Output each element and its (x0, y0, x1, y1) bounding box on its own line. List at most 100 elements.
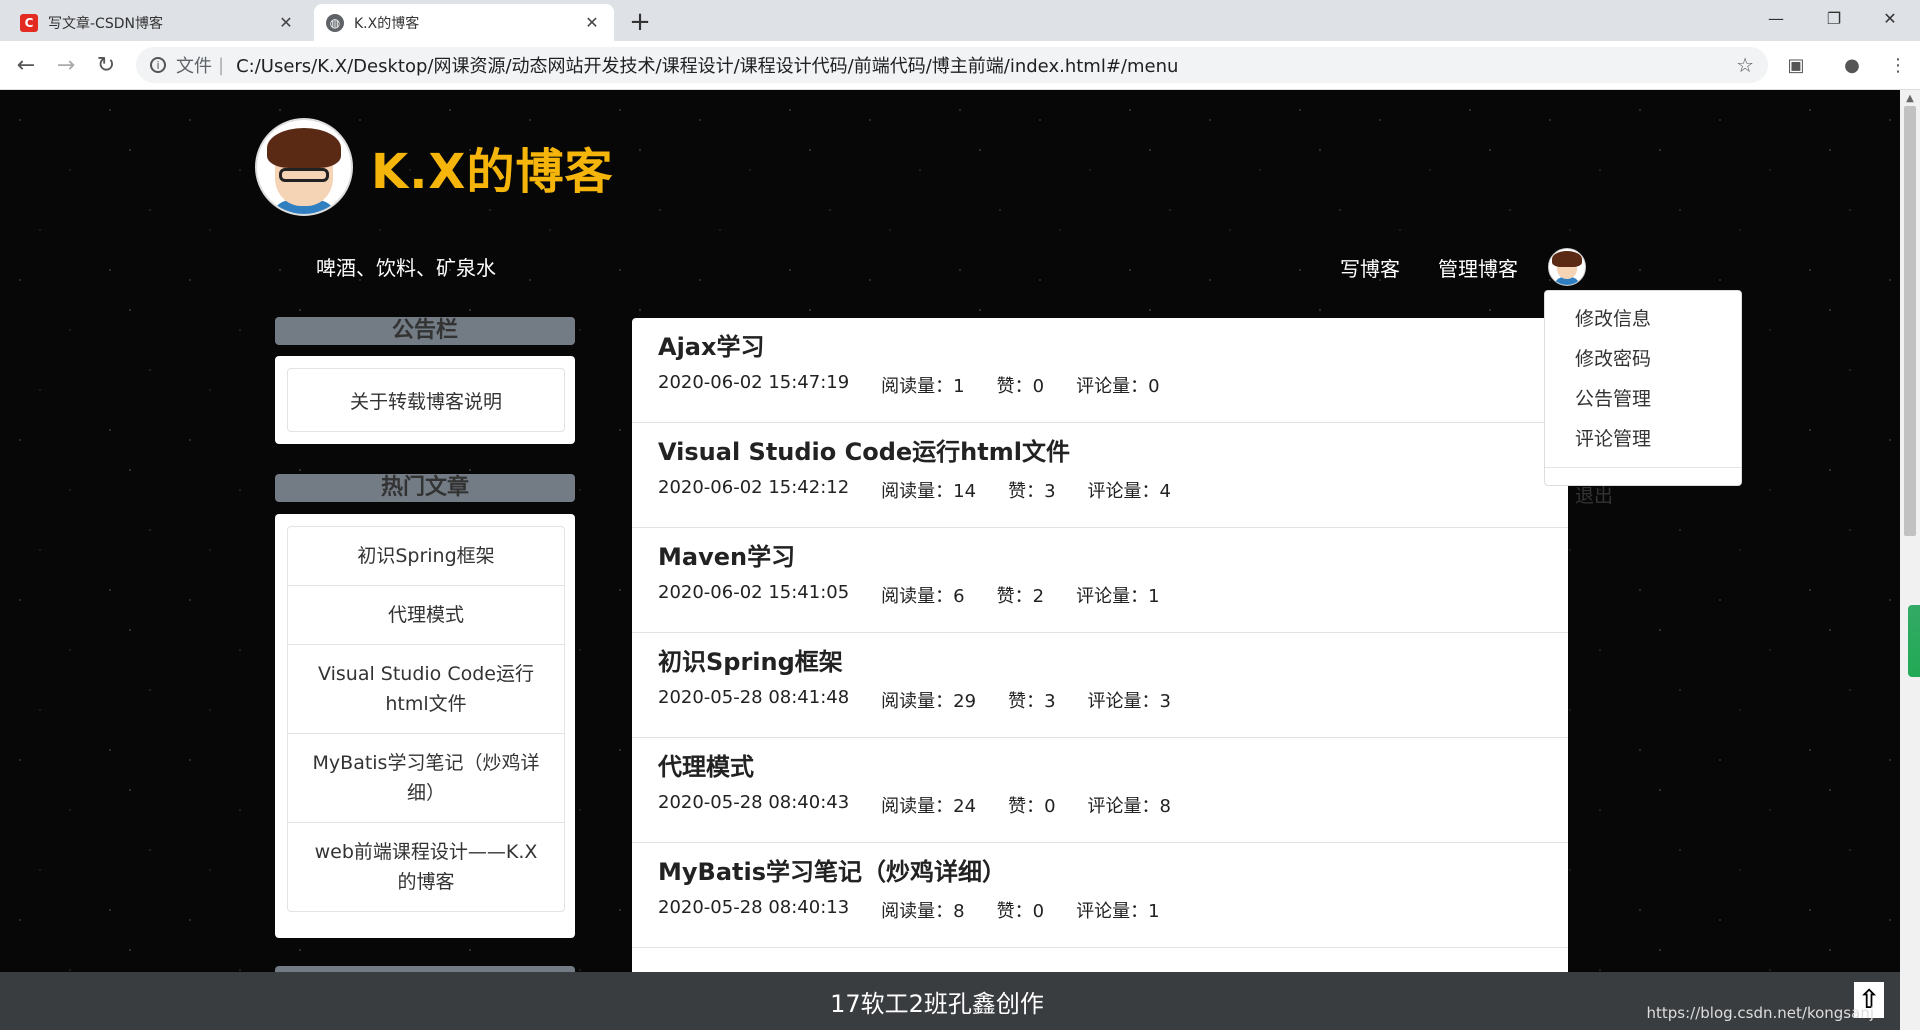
menu-item-notice-manage[interactable]: 公告管理 (1545, 379, 1741, 419)
url-text[interactable]: C:/Users/K.X/Desktop/网课资源/动态网站开发技术/课程设计/… (236, 52, 1736, 78)
address-bar[interactable]: i 文件 | C:/Users/K.X/Desktop/网课资源/动态网站开发技… (136, 47, 1768, 83)
blog-page: K.X的博客 啤酒、饮料、矿泉水 写博客 管理博客 公告栏 关于转载博客说明 热… (0, 90, 1900, 1030)
post-meta: 2020-06-02 15:41:05 阅读量：6 赞：2 评论量：1 (658, 582, 1542, 608)
blog-brand[interactable]: K.X的博客 (255, 118, 613, 216)
user-avatar-button[interactable] (1548, 248, 1586, 286)
post-reads: 阅读量：8 (881, 901, 965, 922)
menu-item-comment-manage[interactable]: 评论管理 (1545, 419, 1741, 459)
hot-articles-box: 初识Spring框架 代理模式 Visual Studio Code运行html… (275, 514, 575, 938)
browser-toolbar: ← → ↻ i 文件 | C:/Users/K.X/Desktop/网课资源/动… (0, 41, 1920, 90)
notice-section-title: 公告栏 (275, 317, 575, 345)
restore-button[interactable]: ❐ (1806, 0, 1862, 36)
post-title[interactable]: 初识Spring框架 (658, 645, 1542, 679)
write-blog-link[interactable]: 写博客 (1340, 253, 1400, 282)
notice-item[interactable]: 关于转载博客说明 (287, 368, 565, 432)
menu-divider (1545, 467, 1741, 468)
hot-article-item[interactable]: Visual Studio Code运行html文件 (288, 645, 564, 734)
post-item[interactable]: 代理模式 2020-05-28 08:40:43 阅读量：24 赞：0 评论量：… (632, 738, 1568, 843)
post-comments: 评论量：0 (1076, 376, 1160, 397)
csdn-icon: C (20, 13, 38, 32)
menu-item-edit-info[interactable]: 修改信息 (1545, 299, 1741, 339)
post-likes: 赞：2 (996, 586, 1045, 607)
info-icon[interactable]: i (150, 57, 166, 73)
forward-button[interactable]: → (50, 49, 82, 81)
post-reads: 阅读量：6 (881, 586, 965, 607)
close-icon[interactable]: ✕ (582, 13, 602, 32)
page-title: K.X的博客 (371, 144, 614, 200)
post-time: 2020-05-28 08:40:13 (658, 897, 850, 918)
post-meta: 2020-06-02 15:42:12 阅读量：14 赞：3 评论量：4 (658, 477, 1542, 503)
tab-strip: C 写文章-CSDN博客 ✕ ◍ K.X的博客 ✕ + — ❐ ✕ (0, 0, 1920, 41)
tab-csdn[interactable]: C 写文章-CSDN博客 ✕ (8, 4, 308, 41)
post-time: 2020-06-02 15:47:19 (658, 372, 850, 393)
post-comments: 评论量：1 (1076, 586, 1160, 607)
post-title[interactable]: MyBatis学习笔记（炒鸡详细） (658, 855, 1542, 889)
url-scheme: 文件 (176, 56, 212, 77)
manage-blog-link[interactable]: 管理博客 (1438, 253, 1518, 282)
url-separator: | (218, 54, 225, 76)
hot-articles-title: 热门文章 (275, 474, 575, 502)
scroll-thumb[interactable] (1904, 106, 1916, 536)
tab-title: 写文章-CSDN博客 (48, 15, 163, 32)
post-time: 2020-05-28 08:41:48 (658, 687, 850, 708)
post-reads: 阅读量：1 (881, 376, 965, 397)
hot-article-item[interactable]: web前端课程设计——K.X的博客 (288, 823, 564, 911)
blog-slogan: 啤酒、饮料、矿泉水 (316, 256, 496, 280)
menu-icon[interactable]: ⋮ (1886, 53, 1910, 77)
bookmark-star-icon[interactable]: ☆ (1736, 53, 1754, 77)
post-likes: 赞：0 (996, 376, 1045, 397)
post-comments: 评论量：8 (1087, 796, 1171, 817)
hot-article-item[interactable]: 代理模式 (288, 586, 564, 645)
post-comments: 评论量：4 (1087, 481, 1171, 502)
post-meta: 2020-06-02 15:47:19 阅读量：1 赞：0 评论量：0 (658, 372, 1542, 398)
post-title[interactable]: Maven学习 (658, 540, 1542, 574)
post-title[interactable]: Ajax学习 (658, 330, 1542, 364)
page-scrollbar[interactable]: ▲ (1900, 90, 1920, 1030)
post-time: 2020-05-28 08:40:43 (658, 792, 850, 813)
watermark-url: https://blog.csdn.net/kongsanj (1646, 1004, 1875, 1022)
hot-article-item[interactable]: MyBatis学习笔记（炒鸡详细） (288, 734, 564, 823)
new-tab-button[interactable]: + (624, 6, 656, 38)
footer: 17软工2班孔鑫创作 ⇧ https://blog.csdn.net/kongs… (0, 972, 1900, 1030)
post-likes: 赞：3 (1008, 691, 1056, 712)
footer-text: 17软工2班孔鑫创作 (830, 990, 1044, 1018)
post-item[interactable]: Maven学习 2020-06-02 15:41:05 阅读量：6 赞：2 评论… (632, 528, 1568, 633)
side-widget[interactable] (1908, 605, 1920, 677)
hot-article-item[interactable]: 初识Spring框架 (288, 527, 564, 586)
top-nav: 写博客 管理博客 (1340, 248, 1586, 286)
post-reads: 阅读量：14 (881, 481, 977, 502)
profile-icon[interactable]: ● (1840, 53, 1864, 77)
post-title[interactable]: 代理模式 (658, 750, 1542, 784)
post-meta: 2020-05-28 08:40:13 阅读量：8 赞：0 评论量：1 (658, 897, 1542, 923)
menu-item-change-password[interactable]: 修改密码 (1545, 339, 1741, 379)
notice-box: 关于转载博客说明 (275, 356, 575, 444)
window-close-button[interactable]: ✕ (1862, 0, 1918, 36)
post-list: Ajax学习 2020-06-02 15:47:19 阅读量：1 赞：0 评论量… (632, 318, 1568, 1030)
tab-blog[interactable]: ◍ K.X的博客 ✕ (314, 4, 614, 41)
post-meta: 2020-05-28 08:40:43 阅读量：24 赞：0 评论量：8 (658, 792, 1542, 818)
menu-item-logout[interactable]: 退出 (1545, 476, 1741, 516)
back-button[interactable]: ← (10, 49, 42, 81)
extension-icon[interactable]: ▣ (1784, 53, 1808, 77)
post-item[interactable]: Visual Studio Code运行html文件 2020-06-02 15… (632, 423, 1568, 528)
post-item[interactable]: Ajax学习 2020-06-02 15:47:19 阅读量：1 赞：0 评论量… (632, 318, 1568, 423)
globe-icon: ◍ (326, 13, 344, 32)
user-dropdown-menu: 修改信息 修改密码 公告管理 评论管理 退出 (1544, 290, 1742, 507)
post-likes: 赞：0 (996, 901, 1045, 922)
post-title[interactable]: Visual Studio Code运行html文件 (658, 435, 1542, 469)
post-likes: 赞：3 (1008, 481, 1056, 502)
post-item[interactable]: 初识Spring框架 2020-05-28 08:41:48 阅读量：29 赞：… (632, 633, 1568, 738)
post-comments: 评论量：3 (1087, 691, 1171, 712)
close-icon[interactable]: ✕ (276, 13, 296, 32)
post-reads: 阅读量：29 (881, 691, 977, 712)
minimize-button[interactable]: — (1748, 0, 1804, 36)
tab-title: K.X的博客 (354, 15, 420, 32)
hot-articles-list: 初识Spring框架 代理模式 Visual Studio Code运行html… (287, 526, 565, 912)
post-time: 2020-06-02 15:42:12 (658, 477, 850, 498)
reload-button[interactable]: ↻ (90, 49, 122, 81)
avatar (255, 118, 353, 216)
post-comments: 评论量：1 (1076, 901, 1160, 922)
post-time: 2020-06-02 15:41:05 (658, 582, 850, 603)
post-item[interactable]: MyBatis学习笔记（炒鸡详细） 2020-05-28 08:40:13 阅读… (632, 843, 1568, 948)
post-meta: 2020-05-28 08:41:48 阅读量：29 赞：3 评论量：3 (658, 687, 1542, 713)
